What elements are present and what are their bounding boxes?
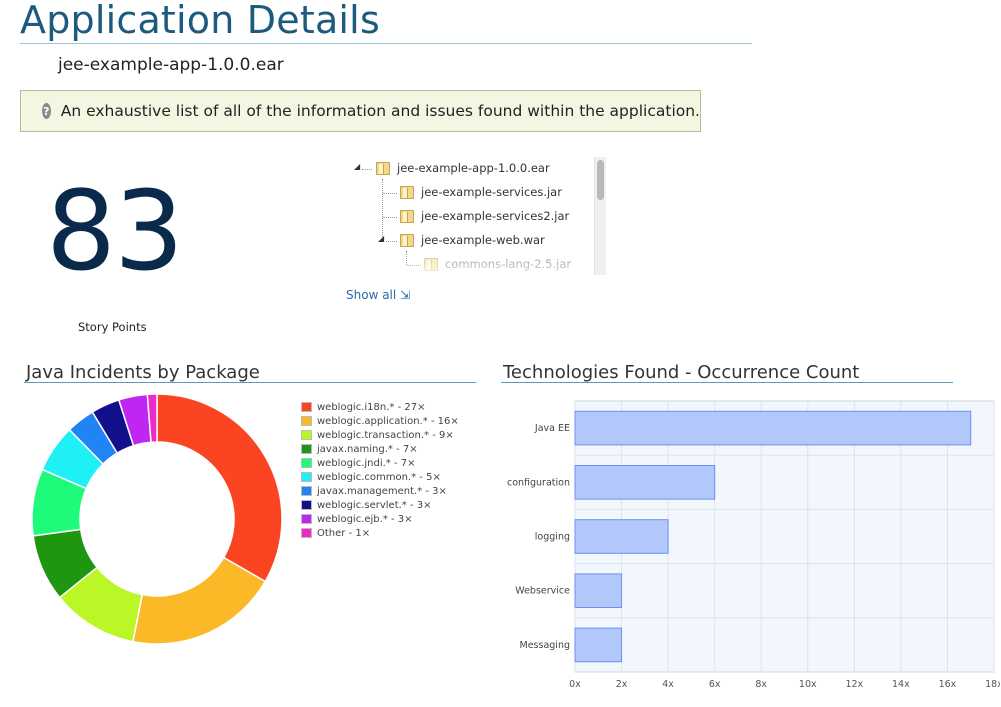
tree-item-label: jee-example-web.war bbox=[421, 233, 545, 247]
tree-scrollbar-thumb[interactable] bbox=[597, 160, 604, 200]
legend-label: weblogic.common.* - 5× bbox=[317, 471, 441, 483]
legend-item: weblogic.i18n.* - 27× bbox=[301, 400, 459, 414]
bar[interactable] bbox=[574, 410, 972, 446]
legend-item: weblogic.application.* - 16× bbox=[301, 414, 459, 428]
tree-item-app[interactable]: jee-example-app-1.0.0.ear bbox=[376, 161, 550, 175]
legend-swatch bbox=[301, 458, 312, 468]
collapse-arrow-icon[interactable]: ◢ bbox=[354, 162, 360, 171]
archive-icon bbox=[376, 161, 390, 175]
legend-label: weblogic.servlet.* - 3× bbox=[317, 499, 432, 511]
x-tick-label: 18x bbox=[985, 679, 1000, 690]
bar[interactable] bbox=[574, 519, 669, 554]
tree-connector bbox=[382, 179, 383, 241]
legend-swatch bbox=[301, 416, 312, 426]
x-tick-label: 12x bbox=[845, 679, 863, 690]
project-tree[interactable]: ◢ jee-example-app-1.0.0.ear jee-example-… bbox=[346, 157, 606, 277]
legend-label: weblogic.jndi.* - 7× bbox=[317, 457, 416, 469]
tree-item-label: commons-lang-2.5.jar bbox=[445, 257, 572, 271]
page-title: Application Details bbox=[20, 0, 380, 42]
y-category-label: Webservice bbox=[515, 586, 570, 597]
tree-connector bbox=[407, 265, 421, 266]
legend-item: weblogic.common.* - 5× bbox=[301, 470, 459, 484]
incidents-donut-chart bbox=[31, 393, 283, 645]
legend-item: Other - 1× bbox=[301, 526, 459, 540]
legend-label: weblogic.application.* - 16× bbox=[317, 415, 459, 427]
y-category-label: configuration bbox=[507, 477, 570, 488]
legend-item: javax.naming.* - 7× bbox=[301, 442, 459, 456]
legend-label: javax.management.* - 3× bbox=[317, 485, 447, 497]
bar[interactable] bbox=[574, 464, 716, 500]
x-tick-label: 4x bbox=[662, 679, 674, 690]
tree-item-label: jee-example-services2.jar bbox=[421, 209, 570, 223]
tree-connector bbox=[386, 241, 397, 242]
tree-item-commons-lang[interactable]: commons-lang-2.5.jar bbox=[424, 257, 571, 271]
tree-item-services2[interactable]: jee-example-services2.jar bbox=[400, 209, 569, 223]
x-tick-label: 8x bbox=[755, 679, 767, 690]
story-points-value: 83 bbox=[46, 167, 184, 295]
donut-slice[interactable] bbox=[156, 393, 283, 583]
legend-item: weblogic.ejb.* - 3× bbox=[301, 512, 459, 526]
story-points-label: Story Points bbox=[78, 320, 147, 334]
legend-label: weblogic.transaction.* - 9× bbox=[317, 429, 454, 441]
legend-item: weblogic.servlet.* - 3× bbox=[301, 498, 459, 512]
title-divider bbox=[20, 43, 752, 44]
legend-swatch bbox=[301, 500, 312, 510]
y-category-label: Messaging bbox=[520, 640, 570, 651]
x-tick-label: 6x bbox=[709, 679, 721, 690]
tree-connector bbox=[406, 251, 407, 265]
tree-connector bbox=[362, 169, 372, 170]
archive-icon bbox=[400, 185, 414, 199]
info-banner: ? An exhaustive list of all of the infor… bbox=[20, 90, 701, 132]
legend-item: weblogic.jndi.* - 7× bbox=[301, 456, 459, 470]
info-banner-text: An exhaustive list of all of the informa… bbox=[60, 102, 700, 120]
tree-scrollbar[interactable] bbox=[594, 157, 606, 275]
legend-label: javax.naming.* - 7× bbox=[317, 443, 418, 455]
technologies-section-title: Technologies Found - Occurrence Count bbox=[503, 362, 860, 383]
technologies-bar-chart: 0x 2x 4x 6x 8x 10x 12x 14x 16x 18x Java EE configur… bbox=[507, 400, 1000, 690]
show-all-link[interactable]: Show all ⇲ bbox=[346, 288, 410, 302]
incidents-section-title: Java Incidents by Package bbox=[26, 362, 260, 383]
y-category-label: Java EE bbox=[534, 423, 570, 434]
archive-icon bbox=[400, 233, 414, 247]
archive-icon bbox=[400, 209, 414, 223]
donut-slice[interactable] bbox=[132, 556, 267, 645]
application-name: jee-example-app-1.0.0.ear bbox=[58, 55, 284, 75]
collapse-arrow-icon[interactable]: ◢ bbox=[378, 234, 384, 243]
tree-item-services[interactable]: jee-example-services.jar bbox=[400, 185, 562, 199]
legend-swatch bbox=[301, 430, 312, 440]
x-tick-label: 14x bbox=[892, 679, 910, 690]
technologies-section-divider bbox=[501, 382, 953, 383]
incidents-legend: weblogic.i18n.* - 27× weblogic.applicatio… bbox=[301, 400, 459, 540]
tree-connector bbox=[383, 217, 397, 218]
tree-connector bbox=[383, 193, 397, 194]
incidents-section-divider bbox=[24, 382, 476, 383]
legend-label: weblogic.ejb.* - 3× bbox=[317, 513, 413, 525]
tree-item-label: jee-example-services.jar bbox=[421, 185, 562, 199]
legend-item: javax.management.* - 3× bbox=[301, 484, 459, 498]
legend-label: weblogic.i18n.* - 27× bbox=[317, 401, 426, 413]
legend-label: Other - 1× bbox=[317, 527, 371, 539]
archive-icon bbox=[424, 257, 438, 271]
legend-swatch bbox=[301, 514, 312, 524]
question-icon: ? bbox=[42, 103, 51, 119]
bar[interactable] bbox=[574, 627, 623, 663]
x-tick-label: 10x bbox=[799, 679, 817, 690]
legend-swatch bbox=[301, 402, 312, 412]
y-category-label: logging bbox=[535, 532, 570, 543]
legend-swatch bbox=[301, 486, 312, 496]
legend-swatch bbox=[301, 444, 312, 454]
legend-item: weblogic.transaction.* - 9× bbox=[301, 428, 459, 442]
tree-item-web[interactable]: jee-example-web.war bbox=[400, 233, 545, 247]
x-tick-label: 2x bbox=[616, 679, 628, 690]
legend-swatch bbox=[301, 472, 312, 482]
x-tick-label: 16x bbox=[939, 679, 957, 690]
legend-swatch bbox=[301, 528, 312, 538]
tree-item-label: jee-example-app-1.0.0.ear bbox=[397, 161, 550, 175]
x-tick-label: 0x bbox=[569, 679, 581, 690]
bar[interactable] bbox=[574, 573, 623, 609]
